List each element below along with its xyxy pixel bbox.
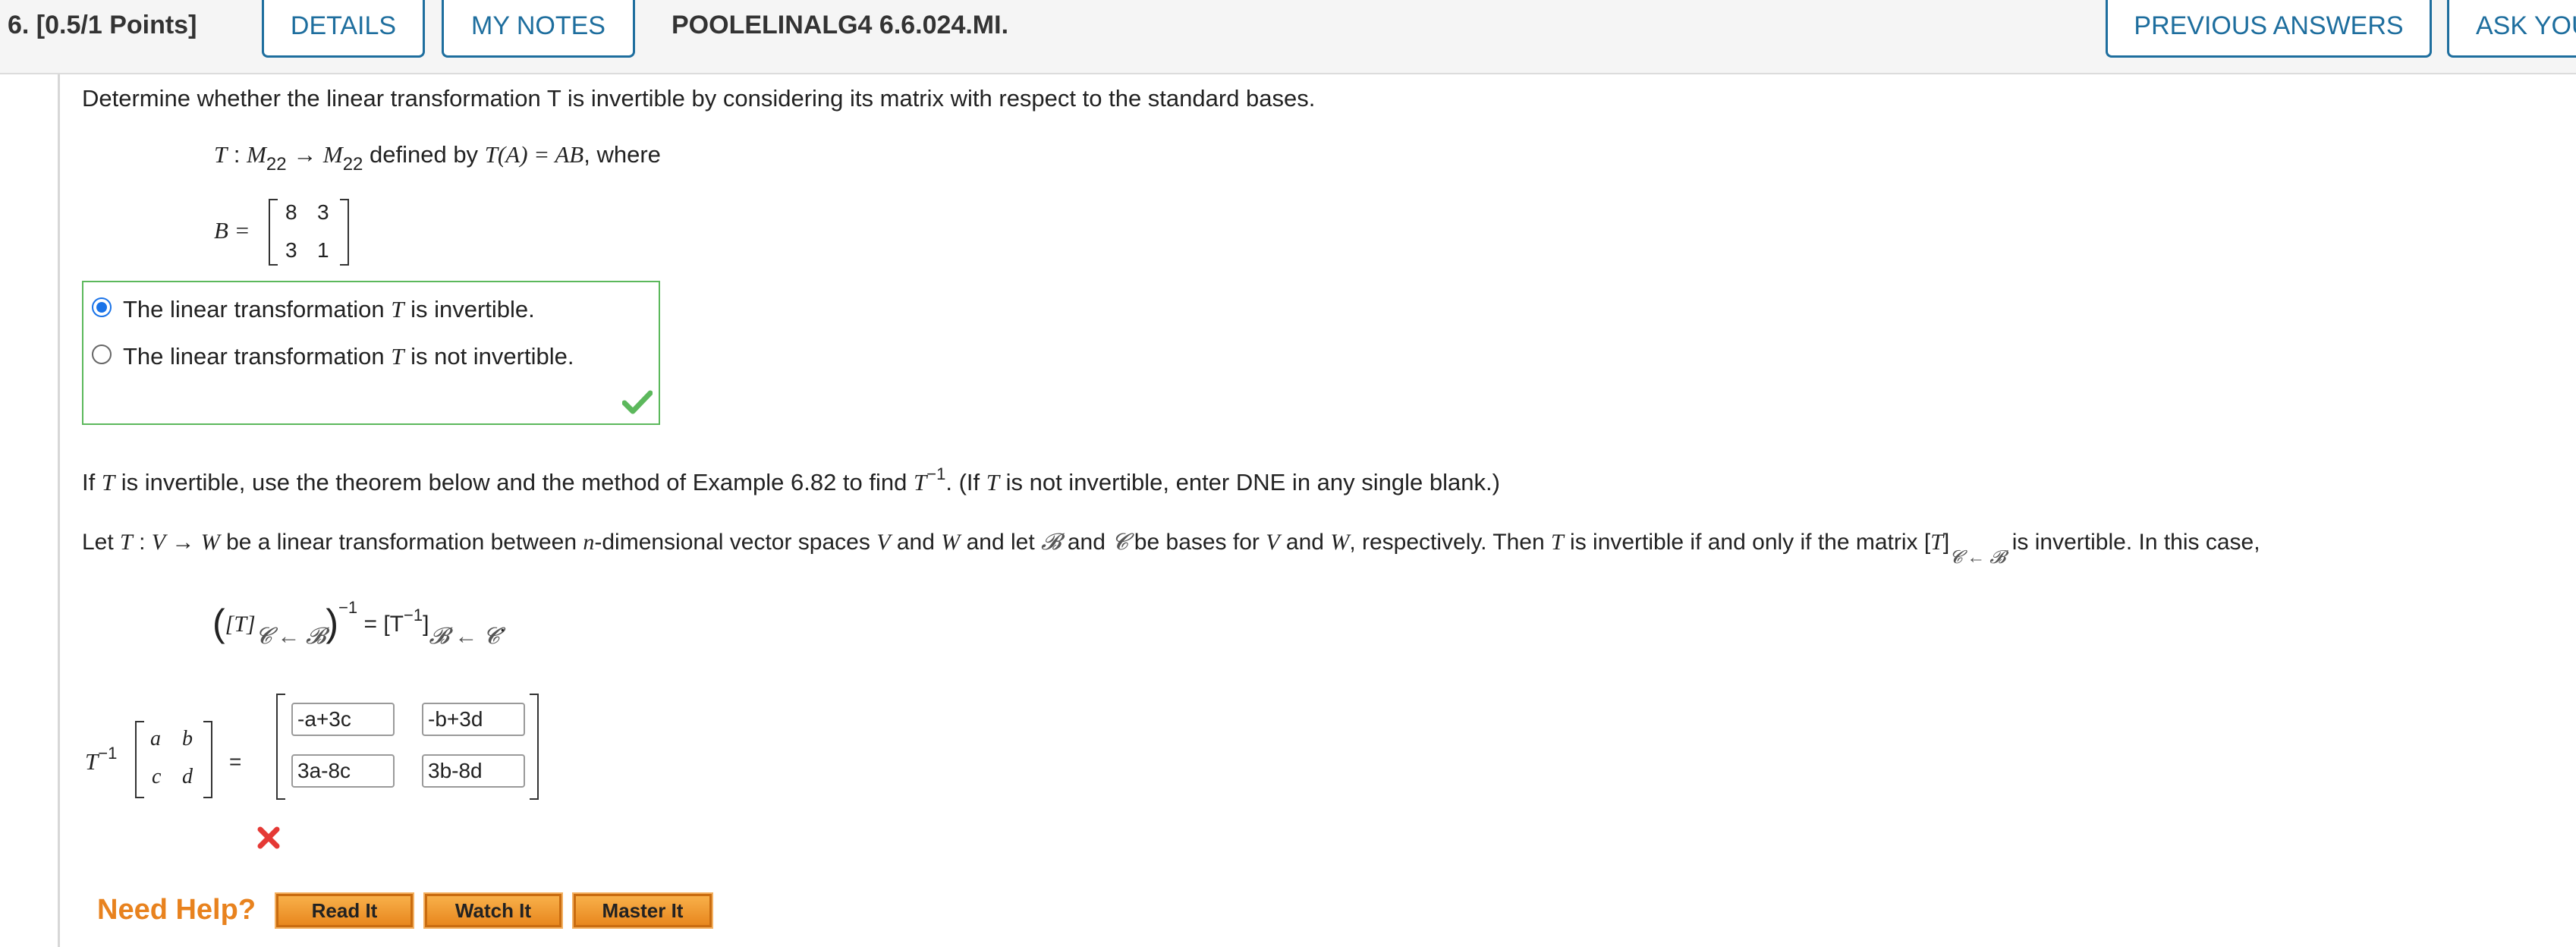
answer-matrix-left-bracket bbox=[276, 694, 285, 800]
transformation-definition: T : M22 → M22 defined by T(A) = AB, wher… bbox=[214, 141, 661, 175]
matrix-b-left-bracket bbox=[269, 199, 278, 266]
problem-code: POOLELINALG4 6.6.024.MI. bbox=[672, 11, 1009, 39]
matrix-b-cell: 3 bbox=[285, 238, 297, 262]
question-number: 6. [0.5/1 Points] bbox=[8, 11, 197, 39]
ask-your-teacher-button[interactable]: ASK YOU bbox=[2447, 0, 2576, 58]
details-button[interactable]: DETAILS bbox=[262, 0, 425, 58]
matrix-b-cell: 8 bbox=[285, 200, 297, 224]
t-inverse-label: T−1 bbox=[85, 744, 118, 775]
incorrect-x-icon bbox=[257, 826, 280, 849]
need-help-label: Need Help? bbox=[97, 894, 256, 926]
abcd-cell: d bbox=[182, 765, 193, 788]
inverse-entry-22[interactable]: 3b-8d bbox=[422, 754, 525, 788]
abcd-left-bracket bbox=[135, 721, 144, 798]
my-notes-button[interactable]: MY NOTES bbox=[442, 0, 635, 58]
problem-intro: Determine whether the linear transformat… bbox=[82, 85, 1316, 112]
formula-open-paren: ( bbox=[212, 602, 225, 644]
radio-invertible[interactable] bbox=[92, 297, 112, 317]
matrix-b-cell: 3 bbox=[317, 200, 329, 224]
correct-check-icon bbox=[622, 390, 653, 414]
formula-close-paren: ) bbox=[326, 602, 339, 644]
invertibility-answer-box: The linear transformation T is invertibl… bbox=[82, 281, 660, 425]
previous-answers-button[interactable]: PREVIOUS ANSWERS bbox=[2106, 0, 2432, 58]
inverse-formula: ([T]𝓒 ← 𝓑)−1 = [T−1]𝓑 ← 𝓒. bbox=[212, 598, 506, 649]
option-invertible-label: The linear transformation T is invertibl… bbox=[123, 296, 535, 322]
abcd-cell: b bbox=[182, 727, 193, 750]
read-it-button[interactable]: Read It bbox=[275, 892, 414, 929]
master-it-button[interactable]: Master It bbox=[572, 892, 713, 929]
radio-not-invertible[interactable] bbox=[92, 345, 112, 364]
matrix-b-label: B = bbox=[214, 217, 250, 244]
equals-sign: = bbox=[229, 750, 242, 773]
inverse-instruction: If T is invertible, use the theorem belo… bbox=[82, 464, 1500, 496]
left-border bbox=[58, 74, 60, 947]
abcd-cell: a bbox=[150, 727, 161, 750]
inverse-entry-11[interactable]: -a+3c bbox=[291, 703, 395, 736]
answer-matrix-right-bracket bbox=[530, 694, 539, 800]
inverse-entry-21[interactable]: 3a-8c bbox=[291, 754, 395, 788]
matrix-b-cell: 1 bbox=[317, 238, 329, 262]
abcd-right-bracket bbox=[203, 721, 212, 798]
inverse-entry-12[interactable]: -b+3d bbox=[422, 703, 525, 736]
option-not-invertible-label: The linear transformation T is not inver… bbox=[123, 343, 574, 370]
matrix-b-right-bracket bbox=[340, 199, 349, 266]
watch-it-button[interactable]: Watch It bbox=[423, 892, 563, 929]
question-header: 6. [0.5/1 Points] DETAILS MY NOTES POOLE… bbox=[0, 0, 2576, 74]
abcd-cell: c bbox=[152, 765, 162, 788]
theorem-text: Let T : V → W be a linear transformation… bbox=[82, 530, 2260, 568]
